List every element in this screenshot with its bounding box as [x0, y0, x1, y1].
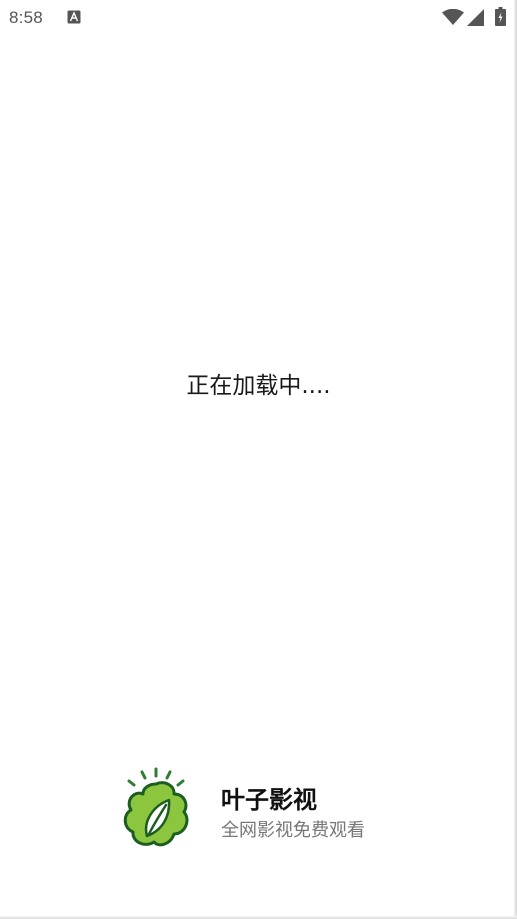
brand-title: 叶子影视 — [221, 786, 317, 814]
splash-screen: 8:58 正在加载中.... 叶子影视 全网影视免费观看 — [0, 0, 517, 919]
status-bar: 8:58 — [0, 0, 517, 36]
status-time: 8:58 — [9, 8, 43, 27]
notification-a-icon — [67, 10, 81, 24]
brand-slogan: 全网影视免费观看 — [221, 820, 365, 841]
cell-signal-icon — [467, 9, 484, 26]
leaf-logo-icon — [123, 767, 189, 847]
wifi-icon — [442, 9, 464, 25]
loading-text: 正在加载中.... — [186, 373, 331, 399]
battery-charging-icon — [495, 7, 506, 26]
